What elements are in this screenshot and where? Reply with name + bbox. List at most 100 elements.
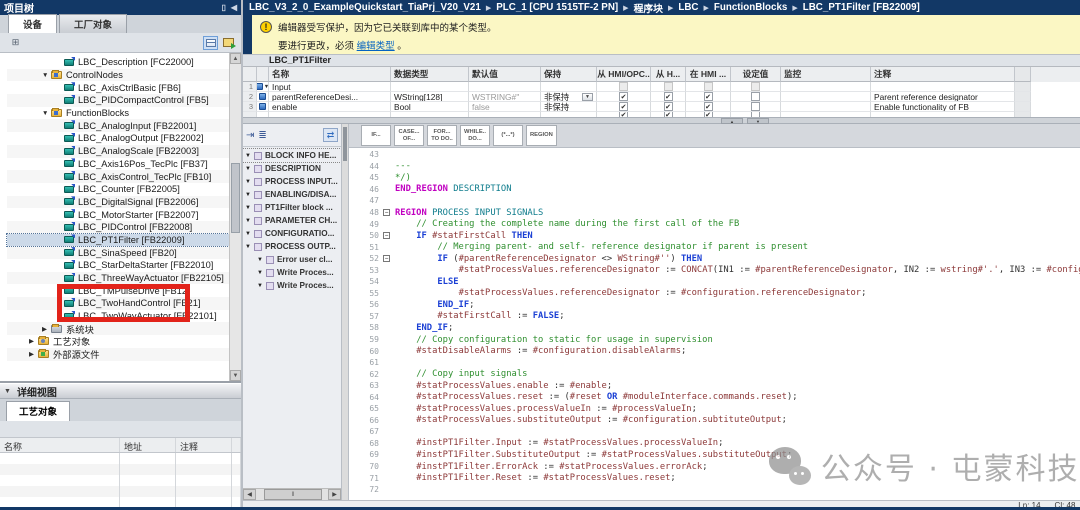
region-item[interactable]: ▼Write Proces... (243, 266, 341, 279)
region-item[interactable]: ▼PROCESS OUTP... (243, 240, 341, 253)
expander-open-icon[interactable]: ▼ (245, 218, 251, 224)
retain-cell[interactable]: 非保持▼ (541, 92, 597, 102)
code-line[interactable]: 72 (349, 484, 1080, 496)
float-window-icon[interactable]: ▯ (221, 3, 225, 12)
table-row[interactable]: 3enableBoolfalse非保持Enable functionality … (243, 102, 1080, 112)
tree-item[interactable]: LBC_AnalogInput [FB22001] (7, 119, 229, 132)
code-line[interactable]: 56 END_IF; (349, 299, 1080, 311)
tab-devices[interactable]: 设备 (8, 14, 57, 33)
diagram-view-icon[interactable] (221, 36, 236, 50)
code-line[interactable]: 55 #statProcessValues.referenceDesignato… (349, 288, 1080, 300)
checkbox-cell[interactable] (686, 102, 731, 112)
tag-name-cell[interactable]: Input (269, 82, 391, 92)
scroll-left-icon[interactable]: ◀ (243, 489, 256, 500)
edit-type-link[interactable]: 编辑类型 (357, 41, 395, 52)
retain-cell[interactable] (541, 82, 597, 92)
checkbox[interactable] (619, 92, 628, 101)
checkbox-cell[interactable] (686, 82, 731, 92)
region-item[interactable]: ▼Error user cl... (243, 253, 341, 266)
code-line[interactable]: 46END_REGION DESCRIPTION (349, 184, 1080, 196)
tree-item[interactable]: ▶工艺对象 (7, 335, 229, 348)
hscroll-thumb[interactable]: ‖ (264, 489, 322, 500)
code-line[interactable]: 48−REGION PROCESS INPUT SIGNALS (349, 207, 1080, 219)
tag-name-cell[interactable]: enable (269, 102, 391, 112)
checkbox-cell[interactable] (731, 92, 781, 102)
tree-item[interactable]: LBC_PIDCompactControl [FB5] (7, 94, 229, 107)
code-line[interactable]: 71 #instPT1Filter.Reset := #statProcessV… (349, 472, 1080, 484)
code-line[interactable]: 50− IF #statFirstCall THEN (349, 230, 1080, 242)
expander-open-icon[interactable]: ▼ (257, 283, 263, 289)
tree-item[interactable]: LBC_TMPulseDrive [FB12] (7, 284, 229, 297)
expander-open-icon[interactable]: ▼ (257, 270, 263, 276)
checkbox[interactable] (664, 82, 673, 91)
checkbox[interactable] (751, 82, 760, 91)
expander-open-icon[interactable]: ▼ (245, 231, 251, 237)
detail-view-toggle-icon[interactable] (203, 36, 218, 50)
dropdown-arrow-icon[interactable]: ▼ (582, 93, 593, 101)
code-area[interactable]: 4344---45*/)46END_REGION DESCRIPTION4748… (349, 148, 1080, 500)
expander-open-icon[interactable]: ▼ (42, 110, 51, 117)
data-type-cell[interactable]: Bool (391, 102, 469, 112)
code-line[interactable]: 57 #statFirstCall := FALSE; (349, 311, 1080, 323)
tree-item[interactable]: ▶系统块 (7, 322, 229, 335)
code-line[interactable]: 44--- (349, 161, 1080, 173)
detail-table-row[interactable] (0, 486, 241, 497)
tree-item[interactable]: ▼ControlNodes (7, 69, 229, 82)
code-line[interactable]: 53 #statProcessValues.referenceDesignato… (349, 264, 1080, 276)
default-value-cell[interactable]: WSTRING#'' (469, 92, 541, 102)
checkbox[interactable] (704, 92, 713, 101)
comment-cell[interactable]: Parent reference designator (871, 92, 1015, 102)
checkbox[interactable] (619, 82, 628, 91)
checkbox[interactable] (664, 102, 673, 111)
code-line[interactable]: 51 // Merging parent- and self- referenc… (349, 241, 1080, 253)
tree-item[interactable]: LBC_TwoHandControl [FB21] (7, 297, 229, 310)
expander-closed-icon[interactable]: ▶ (29, 350, 38, 358)
detail-table-row[interactable] (0, 475, 241, 486)
checkbox[interactable] (704, 82, 713, 91)
retain-cell[interactable]: 非保持 (541, 102, 597, 112)
breadcrumb-item[interactable]: FunctionBlocks (714, 2, 787, 13)
region-item[interactable]: ▼PARAMETER CH... (243, 214, 341, 227)
scroll-thumb[interactable] (231, 163, 240, 233)
checkbox-cell[interactable] (731, 102, 781, 112)
tree-item[interactable]: ▼FunctionBlocks (7, 107, 229, 120)
checkbox-cell[interactable] (597, 92, 651, 102)
detail-view-header[interactable]: ▼ 详细视图 (0, 383, 241, 399)
tree-item[interactable]: LBC_MotorStarter [FB22007] (7, 208, 229, 221)
code-line[interactable]: 47 (349, 195, 1080, 207)
tree-item[interactable]: LBC_AnalogScale [FB22003] (7, 145, 229, 158)
region-item[interactable]: ▼ENABLING/DISA... (243, 188, 341, 201)
checkbox-cell[interactable] (651, 82, 686, 92)
expander-open-icon[interactable]: ▼ (245, 153, 251, 159)
tree-item[interactable]: LBC_AxisCtrlBasic [FB6] (7, 81, 229, 94)
scroll-right-icon[interactable]: ▶ (328, 489, 341, 500)
sync-navigation-icon[interactable]: ⇄ (323, 128, 338, 142)
region-vscrollbar[interactable] (342, 124, 349, 500)
region-item[interactable]: ▼PT1Filter block ... (243, 201, 341, 214)
tree-item[interactable]: LBC_AnalogOutput [FB22002] (7, 132, 229, 145)
filter-icon[interactable]: ⊞ (8, 36, 23, 50)
snippet-button[interactable]: CASE...OF... (394, 125, 424, 146)
checkbox-cell[interactable] (686, 92, 731, 102)
code-line[interactable]: 43 (349, 149, 1080, 161)
scroll-down-icon[interactable]: ▼ (230, 370, 241, 381)
code-line[interactable]: 59 // Copy configuration to static for u… (349, 334, 1080, 346)
tree-item[interactable]: LBC_ThreeWayActuator [FB22105] (7, 272, 229, 285)
checkbox[interactable] (704, 102, 713, 111)
snippet-button[interactable]: IF... (361, 125, 391, 146)
code-line[interactable]: 63 #statProcessValues.enable := #enable; (349, 380, 1080, 392)
fold-marker-icon[interactable]: − (383, 209, 395, 216)
region-item[interactable]: ▼BLOCK INFO HE... (243, 149, 341, 162)
table-row[interactable]: 1▼Input (243, 82, 1080, 92)
tree-item[interactable]: LBC_PT1Filter [FB22009] (7, 234, 229, 247)
data-type-cell[interactable] (391, 82, 469, 92)
code-line[interactable]: 65 #statProcessValues.processValueIn := … (349, 403, 1080, 415)
region-item[interactable]: ▼CONFIGURATIO... (243, 227, 341, 240)
tree-item[interactable]: LBC_DigitalSignal [FB22006] (7, 196, 229, 209)
breadcrumb-item[interactable]: LBC_V3_2_0_ExampleQuickstart_TiaPrj_V20_… (249, 2, 481, 13)
checkbox-cell[interactable] (597, 102, 651, 112)
code-line[interactable]: 69 #instPT1Filter.SubstituteOutput := #s… (349, 449, 1080, 461)
collapse-panel-icon[interactable]: ◀ (231, 3, 237, 12)
tree-item[interactable]: LBC_Description [FC22000] (7, 56, 229, 69)
expander-open-icon[interactable]: ▼ (245, 166, 251, 172)
